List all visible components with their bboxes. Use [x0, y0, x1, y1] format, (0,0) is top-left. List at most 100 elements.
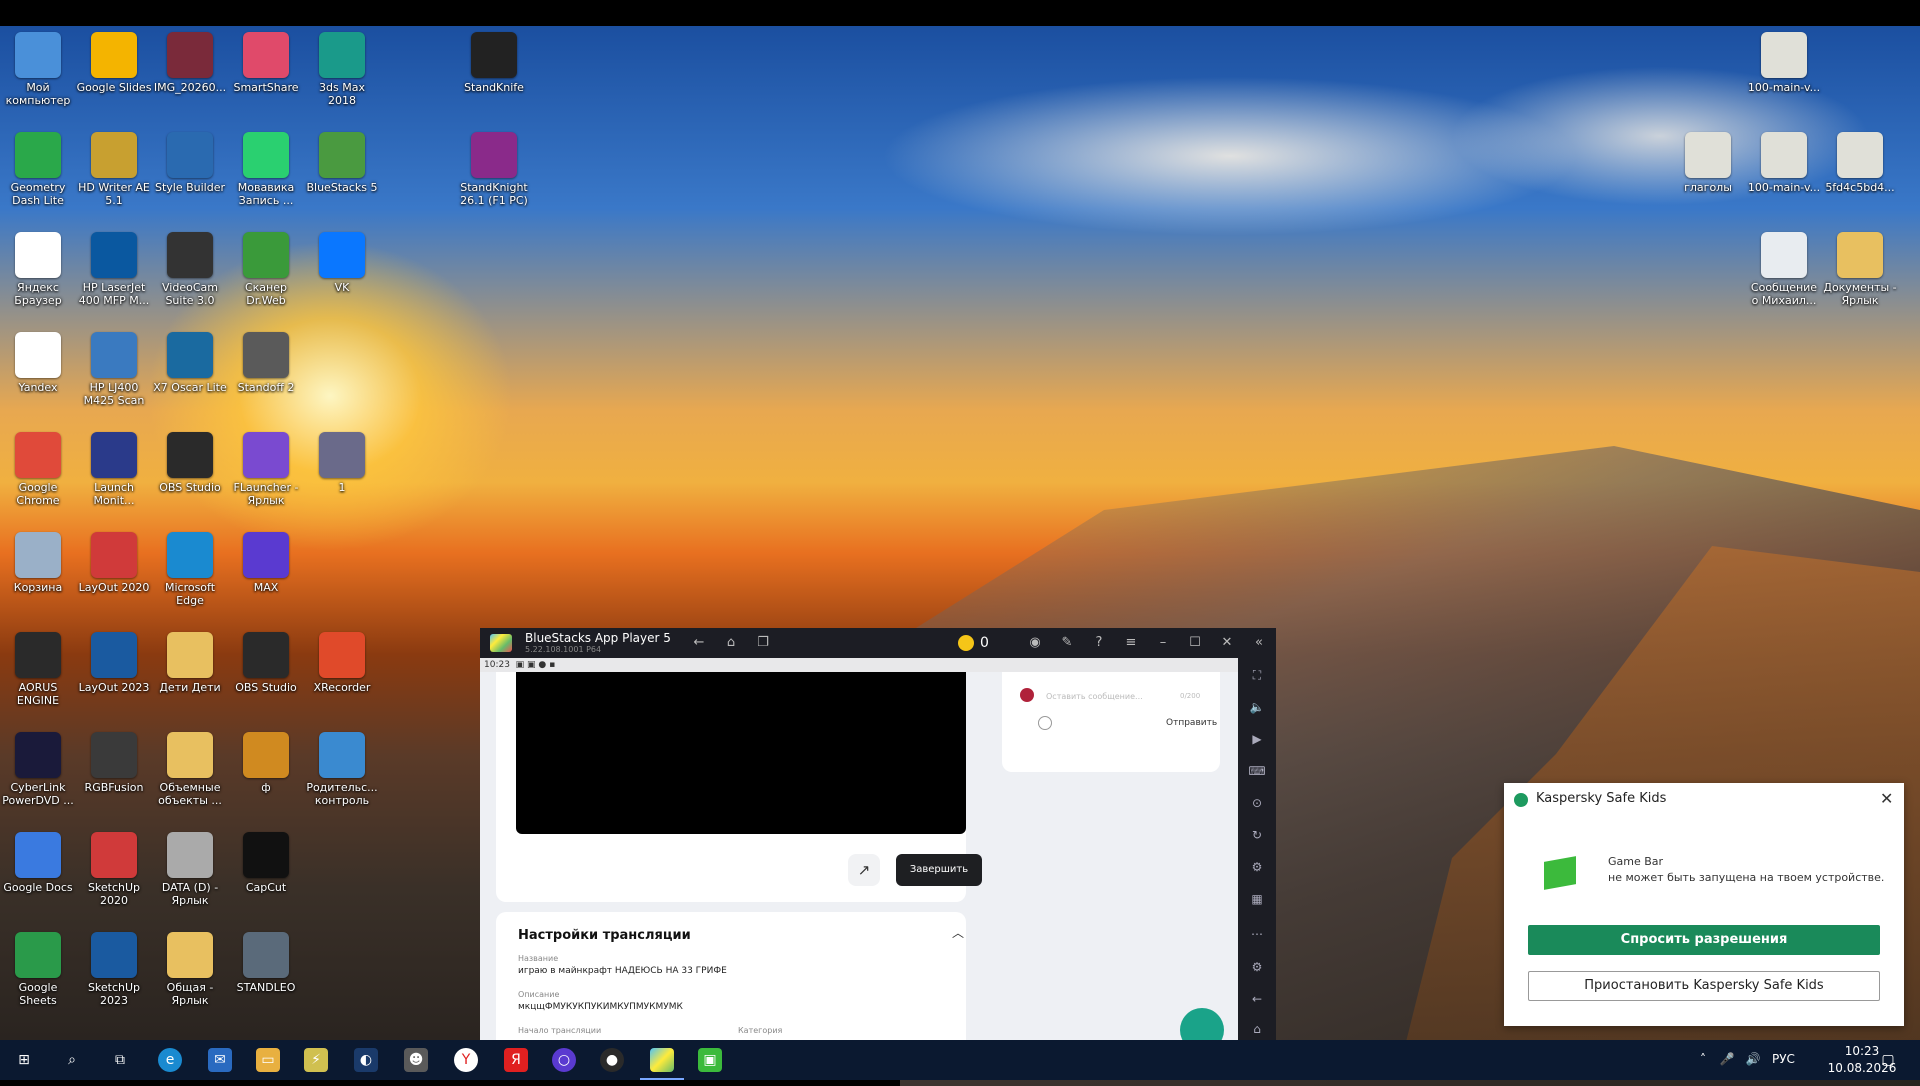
desktop-icon[interactable]: LayOut 2023 [76, 632, 152, 694]
ask-permission-button[interactable]: Спросить разрешения [1528, 925, 1880, 955]
desktop-icon[interactable]: VideoCam Suite 3.0 [152, 232, 228, 307]
desktop-icon[interactable]: Yandex [0, 332, 76, 394]
floating-action-button[interactable] [1180, 1008, 1224, 1040]
send-button[interactable]: Отправить [1166, 718, 1217, 728]
tray-chevron-up-icon[interactable]: ˄ [1694, 1050, 1712, 1068]
emoji-icon[interactable] [1038, 716, 1052, 730]
desktop-icon[interactable]: AORUS ENGINE [0, 632, 76, 707]
desktop-icon[interactable]: Сканер Dr.Web [228, 232, 304, 307]
rotate-icon[interactable]: ↻ [1248, 826, 1266, 844]
account-icon[interactable]: ◉ [1026, 634, 1044, 652]
back-arrow-icon[interactable]: ← [690, 634, 708, 652]
more-icon[interactable]: … [1248, 922, 1266, 940]
back-icon[interactable]: ← [1248, 990, 1266, 1008]
shake-icon[interactable]: ⚙ [1248, 858, 1266, 876]
yandex-icon[interactable]: Y [454, 1048, 478, 1072]
desktop-icon[interactable]: Мовавика Запись ... [228, 132, 304, 207]
menu-icon[interactable]: ≡ [1122, 634, 1140, 652]
desktop-icon[interactable]: HP LJ400 M425 Scan [76, 332, 152, 407]
close-icon[interactable]: ✕ [1218, 634, 1236, 652]
macro-icon[interactable]: ⊙ [1248, 794, 1266, 812]
desktop-icon[interactable]: Google Docs [0, 832, 76, 894]
maximize-icon[interactable]: ☐ [1186, 634, 1204, 652]
desktop-icon[interactable]: MAX [228, 532, 304, 594]
desktop-icon[interactable]: 100-main-v... [1746, 132, 1822, 194]
desktop-icon[interactable]: XRecorder [304, 632, 380, 694]
pause-kaspersky-button[interactable]: Приостановить Kaspersky Safe Kids [1528, 971, 1880, 1001]
desktop-icon[interactable]: CyberLink PowerDVD ... [0, 732, 76, 807]
desktop-icon[interactable]: Google Sheets [0, 932, 76, 1007]
yandex-music-icon[interactable]: Я [504, 1048, 528, 1072]
help-icon[interactable]: ? [1090, 634, 1108, 652]
bluestacks-window[interactable]: BlueStacks App Player 5 5.22.108.1001 P6… [480, 628, 1276, 1040]
pin-off-icon[interactable]: ✎ [1058, 634, 1076, 652]
task-view-icon[interactable]: ⧉ [108, 1048, 132, 1072]
notifications-icon[interactable]: ▢ [1876, 1048, 1900, 1072]
desktop-icon[interactable]: OBS Studio [152, 432, 228, 494]
max-icon[interactable]: ○ [552, 1048, 576, 1072]
desktop-icon[interactable]: Standoff 2 [228, 332, 304, 394]
desktop-icon[interactable]: STANDLEO [228, 932, 304, 994]
file-explorer-icon[interactable]: ▭ [256, 1048, 280, 1072]
edge-icon[interactable]: e [158, 1048, 182, 1072]
apk-icon[interactable]: ▦ [1248, 890, 1266, 908]
minecraft-icon[interactable]: ▣ [698, 1048, 722, 1072]
desktop-icon[interactable]: 100-main-v... [1746, 32, 1822, 94]
search-icon[interactable]: ⌕ [60, 1048, 84, 1072]
collapse-sidebar-icon[interactable]: « [1250, 634, 1268, 652]
desktop-icon[interactable]: SmartShare [228, 32, 304, 94]
desktop-icon[interactable]: Launch Monit... [76, 432, 152, 507]
desktop-icon[interactable]: X7 Oscar Lite [152, 332, 228, 394]
language-indicator[interactable]: РУС [1772, 1052, 1795, 1066]
desktop-icon[interactable]: Общая - Ярлык [152, 932, 228, 1007]
desktop-icon[interactable]: HD Writer AE 5.1 [76, 132, 152, 207]
desktop-icon[interactable]: 3ds Max 2018 [304, 32, 380, 107]
stream-video[interactable] [516, 672, 966, 834]
desktop-icon[interactable]: глаголы [1670, 132, 1746, 194]
desktop-icon[interactable]: Объемные объекты ... [152, 732, 228, 807]
start-windows-icon[interactable]: ⊞ [12, 1048, 36, 1072]
desktop-icon[interactable]: StandKnife [456, 32, 532, 94]
mail-icon[interactable]: ✉ [208, 1048, 232, 1072]
desktop-icon[interactable]: Яндекс Браузер [0, 232, 76, 307]
screen-record-icon[interactable]: ▶ [1248, 730, 1266, 748]
desktop-icon[interactable]: Документы - Ярлык [1822, 232, 1898, 307]
desktop-icon[interactable]: VK [304, 232, 380, 294]
finish-stream-button[interactable]: Завершить [896, 854, 982, 886]
volume-icon[interactable]: 🔊 [1744, 1050, 1762, 1068]
desktop-icon[interactable]: StandKnight 26.1 (F1 PC) [456, 132, 532, 207]
volume-icon[interactable]: 🔈 [1248, 698, 1266, 716]
home-side-icon[interactable]: ⌂ [1248, 1020, 1266, 1038]
bluestacks-icon[interactable] [650, 1048, 674, 1072]
app-icon[interactable]: ⚡ [304, 1048, 328, 1072]
name-field[interactable]: играю в майнкрафт НАДЕЮСЬ НА 33 ГРИФЕ [518, 966, 727, 976]
desktop-icon[interactable]: ф [228, 732, 304, 794]
chat-message-input[interactable]: Оставить сообщение... [1046, 692, 1143, 701]
desktop-icon[interactable]: Сообщение о Михаил... [1746, 232, 1822, 307]
keyboard-icon[interactable]: ⌨ [1248, 762, 1266, 780]
desktop-icon[interactable]: 1 [304, 432, 380, 494]
desktop-icon[interactable]: Корзина [0, 532, 76, 594]
recent-apps-icon[interactable]: ❐ [754, 634, 772, 652]
desktop-icon[interactable]: BlueStacks 5 [304, 132, 380, 194]
desktop-icon[interactable]: CapCut [228, 832, 304, 894]
bluestacks-titlebar[interactable]: BlueStacks App Player 5 5.22.108.1001 P6… [480, 628, 1276, 658]
chevron-up-icon[interactable]: ︿ [952, 924, 964, 941]
description-field[interactable]: мкцщФМУКУКПУКИМКУПМУКМУМК [518, 1002, 683, 1012]
desktop-icon[interactable]: IMG_20260... [152, 32, 228, 94]
desktop-icon[interactable]: Microsoft Edge [152, 532, 228, 607]
desktop-icon[interactable]: FLauncher - Ярлык [228, 432, 304, 507]
desktop-icon[interactable]: LayOut 2020 [76, 532, 152, 594]
settings-icon[interactable]: ⚙ [1248, 958, 1266, 976]
desktop-icon[interactable]: Родительс... контроль [304, 732, 380, 807]
desktop-icon[interactable]: SketchUp 2023 [76, 932, 152, 1007]
microphone-icon[interactable]: 🎤 [1718, 1050, 1736, 1068]
desktop-icon[interactable]: Дети Дети [152, 632, 228, 694]
desktop-icon[interactable]: Google Chrome [0, 432, 76, 507]
home-icon[interactable]: ⌂ [722, 634, 740, 652]
fullscreen-icon[interactable]: ⛶ [1248, 666, 1266, 684]
close-icon[interactable]: ✕ [1880, 789, 1893, 808]
desktop-icon[interactable]: Мой компьютер [0, 32, 76, 107]
minimize-icon[interactable]: – [1154, 634, 1172, 652]
desktop-icon[interactable]: Geometry Dash Lite [0, 132, 76, 207]
